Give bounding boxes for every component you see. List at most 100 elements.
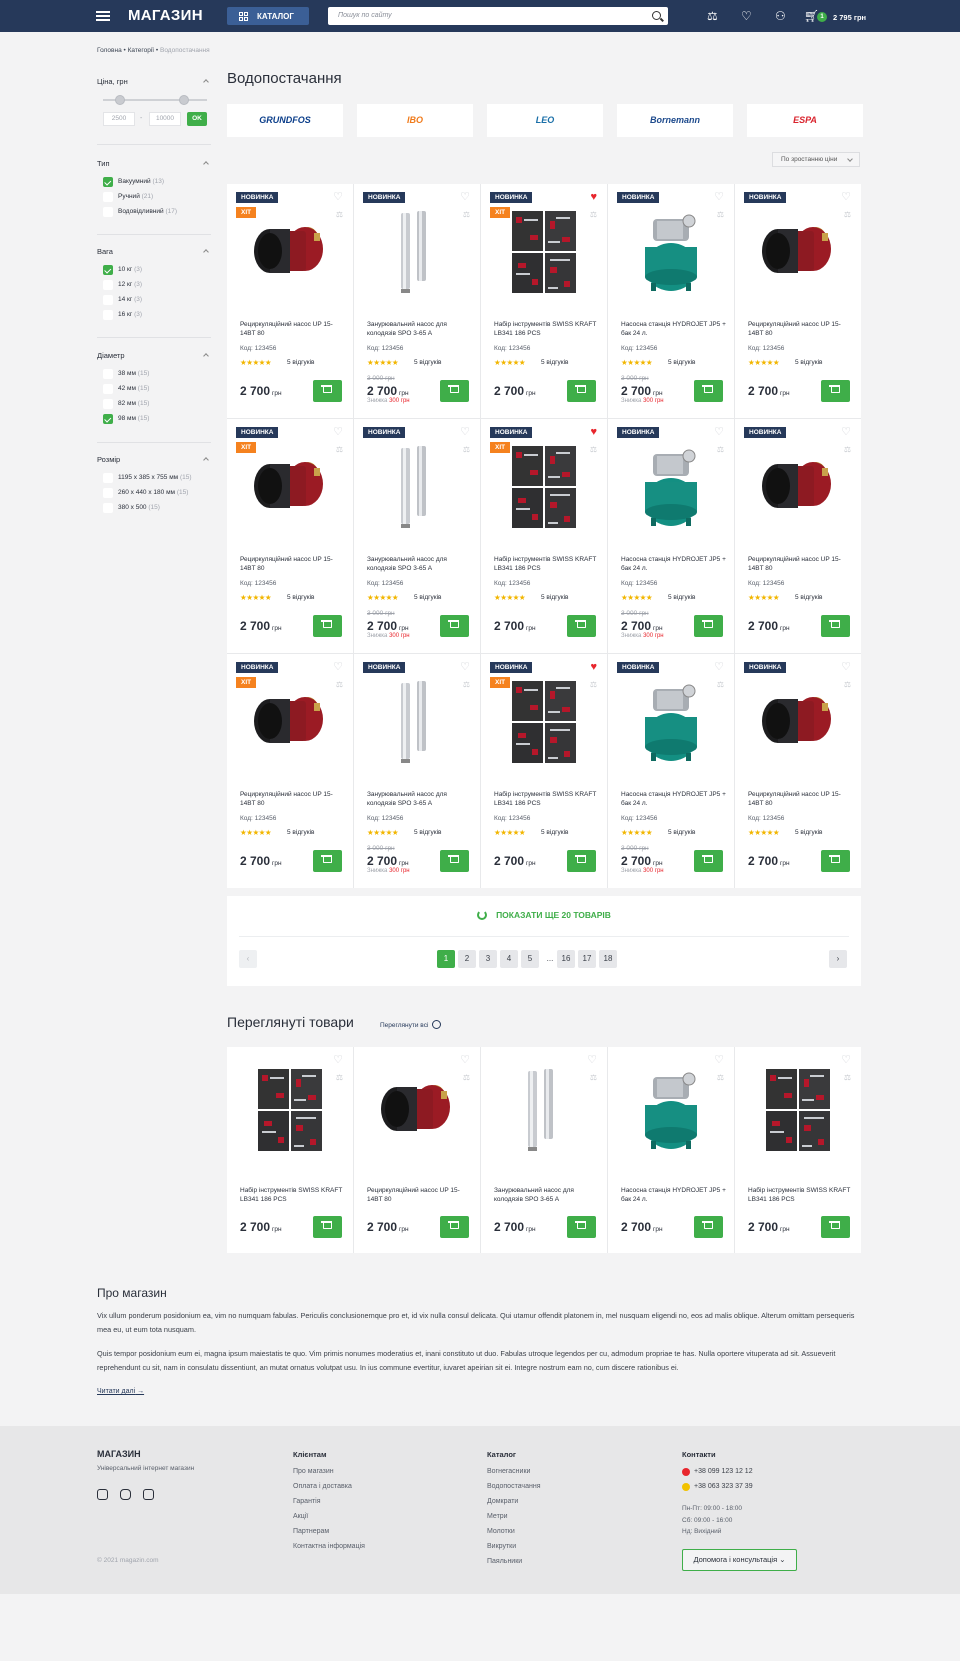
footer-link[interactable]: Акції — [293, 1513, 365, 1528]
footer-link[interactable]: Партнерам — [293, 1528, 365, 1543]
facebook-icon[interactable] — [97, 1489, 108, 1500]
filter-option-weight[interactable]: 14 кг (3) — [97, 295, 211, 310]
checkbox[interactable] — [103, 384, 113, 394]
checkbox[interactable] — [103, 414, 113, 424]
reviews-link[interactable]: 5 відгуків — [668, 359, 695, 366]
add-to-cart-button[interactable] — [313, 615, 342, 637]
product-name[interactable]: Рециркуляційний насос UP 15-14BT 80 — [748, 321, 853, 338]
reviews-link[interactable]: 5 відгуків — [287, 829, 314, 836]
add-to-cart-button[interactable] — [567, 1216, 596, 1238]
cart-total[interactable]: 2 795 грн — [833, 13, 866, 22]
product-card[interactable]: НОВИНКА ХІТ ♡ ⚖ Рециркуляційний насос UP 15-… — [227, 654, 353, 888]
product-name[interactable]: Набір інструментів SWISS KRAFT LB341 186… — [748, 1187, 853, 1204]
product-image[interactable] — [354, 207, 480, 297]
footer-link[interactable]: Контактна інформація — [293, 1543, 365, 1558]
product-card[interactable]: НОВИНКА ♡ ⚖ Занурювальний насос для колодяз… — [354, 419, 480, 653]
filter-price-title[interactable]: Ціна, грн — [97, 77, 211, 86]
product-name[interactable]: Насосна станція HYDROJET JP5 + бак 24 л. — [621, 1187, 726, 1204]
favorite-icon[interactable]: ♡ — [460, 662, 470, 673]
page-button[interactable]: 2 — [458, 950, 476, 968]
sort-select[interactable]: По зростанню ціни — [772, 152, 860, 167]
checkbox[interactable] — [103, 399, 113, 409]
add-to-cart-button[interactable] — [313, 1216, 342, 1238]
product-name[interactable]: Рециркуляційний насос UP 15-14BT 80 — [748, 556, 853, 573]
product-card[interactable]: НОВИНКА ♡ ⚖ Насосна станція HYDROJET JP5 + … — [608, 184, 734, 418]
product-name[interactable]: Занурювальний насос для колодязів SPO 3-… — [367, 791, 472, 808]
product-name[interactable]: Рециркуляційний насос UP 15-14BT 80 — [748, 791, 853, 808]
filter-option-weight[interactable]: 16 кг (3) — [97, 310, 211, 325]
reviews-link[interactable]: 5 відгуків — [795, 594, 822, 601]
product-card[interactable]: НОВИНКА ♡ ⚖ Занурювальний насос для колодяз… — [354, 184, 480, 418]
product-card[interactable]: НОВИНКА ХІТ ♥ ⚖ Набір інструментів SWISS KRA… — [481, 419, 607, 653]
footer-link[interactable]: Метри — [487, 1513, 541, 1528]
menu-icon[interactable] — [96, 11, 110, 21]
product-image[interactable] — [481, 1065, 607, 1155]
favorite-icon[interactable]: ♡ — [714, 192, 724, 203]
logo[interactable]: МАГАЗИН — [128, 7, 203, 24]
compare-icon[interactable]: ⚖ — [707, 9, 718, 23]
add-to-cart-button[interactable] — [821, 615, 850, 637]
product-name[interactable]: Занурювальний насос для колодязів SPO 3-… — [494, 1187, 599, 1204]
product-image[interactable] — [481, 442, 607, 532]
filter-option-size[interactable]: 1195 x 385 x 755 мм (15) — [97, 473, 211, 488]
price-slider[interactable] — [103, 95, 207, 105]
product-image[interactable] — [608, 1065, 734, 1155]
recent-product-card[interactable]: ♡ ⚖ Занурювальний насос для колодязів SPO … — [481, 1047, 607, 1253]
load-more-button[interactable]: ПОКАЗАТИ ЩЕ 20 ТОВАРІВ — [227, 910, 861, 920]
price-ok-button[interactable]: OK — [187, 112, 207, 126]
page-button[interactable]: 3 — [479, 950, 497, 968]
checkbox[interactable] — [103, 177, 113, 187]
read-more-link[interactable]: Читати далі → — [97, 1388, 144, 1395]
add-to-cart-button[interactable] — [313, 380, 342, 402]
favorite-icon[interactable]: ♡ — [841, 427, 851, 438]
reviews-link[interactable]: 5 відгуків — [541, 359, 568, 366]
brand-logo[interactable]: IBO — [357, 104, 473, 137]
reviews-link[interactable]: 5 відгуків — [668, 829, 695, 836]
checkbox[interactable] — [103, 473, 113, 483]
add-to-cart-button[interactable] — [440, 615, 469, 637]
add-to-cart-button[interactable] — [821, 380, 850, 402]
page-button[interactable]: 1 — [437, 950, 455, 968]
favorite-icon[interactable]: ♡ — [714, 427, 724, 438]
filter-option-diameter[interactable]: 38 мм (15) — [97, 369, 211, 384]
filter-option-type[interactable]: Водовідливний (17) — [97, 207, 211, 222]
search-icon[interactable] — [652, 11, 661, 20]
product-name[interactable]: Рециркуляційний насос UP 15-14BT 80 — [240, 321, 345, 338]
add-to-cart-button[interactable] — [567, 615, 596, 637]
footer-logo[interactable]: МАГАЗИН — [97, 1449, 141, 1459]
favorite-icon[interactable]: ♡ — [460, 192, 470, 203]
reviews-link[interactable]: 5 відгуків — [541, 594, 568, 601]
reviews-link[interactable]: 5 відгуків — [668, 594, 695, 601]
filter-weight-title[interactable]: Вага — [97, 247, 211, 256]
add-to-cart-button[interactable] — [694, 1216, 723, 1238]
add-to-cart-button[interactable] — [313, 850, 342, 872]
checkbox[interactable] — [103, 207, 113, 217]
product-card[interactable]: НОВИНКА ♡ ⚖ Насосна станція HYDROJET JP5 + … — [608, 654, 734, 888]
filter-size-title[interactable]: Розмір — [97, 455, 211, 464]
prev-page-button[interactable]: ‹ — [239, 950, 257, 968]
product-card[interactable]: НОВИНКА ♡ ⚖ Насосна станція HYDROJET JP5 + … — [608, 419, 734, 653]
phone-vodafone[interactable]: +38 099 123 12 12 — [682, 1468, 753, 1483]
product-image[interactable] — [735, 207, 861, 297]
youtube-icon[interactable] — [143, 1489, 154, 1500]
product-card[interactable]: НОВИНКА ХІТ ♡ ⚖ Рециркуляційний насос UP 15-… — [227, 184, 353, 418]
product-card[interactable]: НОВИНКА ♡ ⚖ Занурювальний насос для колодяз… — [354, 654, 480, 888]
add-to-cart-button[interactable] — [694, 380, 723, 402]
footer-link[interactable]: Гарантія — [293, 1498, 365, 1513]
footer-link[interactable]: Про магазин — [293, 1468, 365, 1483]
recent-product-card[interactable]: ♡ ⚖ Насосна станція HYDROJET JP5 + бак 24 … — [608, 1047, 734, 1253]
reviews-link[interactable]: 5 відгуків — [414, 594, 441, 601]
product-image[interactable] — [608, 442, 734, 532]
page-button[interactable]: 16 — [557, 950, 575, 968]
slider-min-handle[interactable] — [115, 95, 125, 105]
product-image[interactable] — [481, 207, 607, 297]
recent-product-card[interactable]: ♡ ⚖ Набір інструментів SWISS KRAFT LB341 1… — [227, 1047, 353, 1253]
favorite-icon[interactable]: ♡ — [333, 427, 343, 438]
checkbox[interactable] — [103, 280, 113, 290]
checkbox[interactable] — [103, 310, 113, 320]
reviews-link[interactable]: 5 відгуків — [795, 829, 822, 836]
breadcrumb-home[interactable]: Головна — [97, 47, 122, 54]
add-to-cart-button[interactable] — [440, 380, 469, 402]
price-max-input[interactable]: 10000 — [149, 112, 181, 126]
reviews-link[interactable]: 5 відгуків — [795, 359, 822, 366]
